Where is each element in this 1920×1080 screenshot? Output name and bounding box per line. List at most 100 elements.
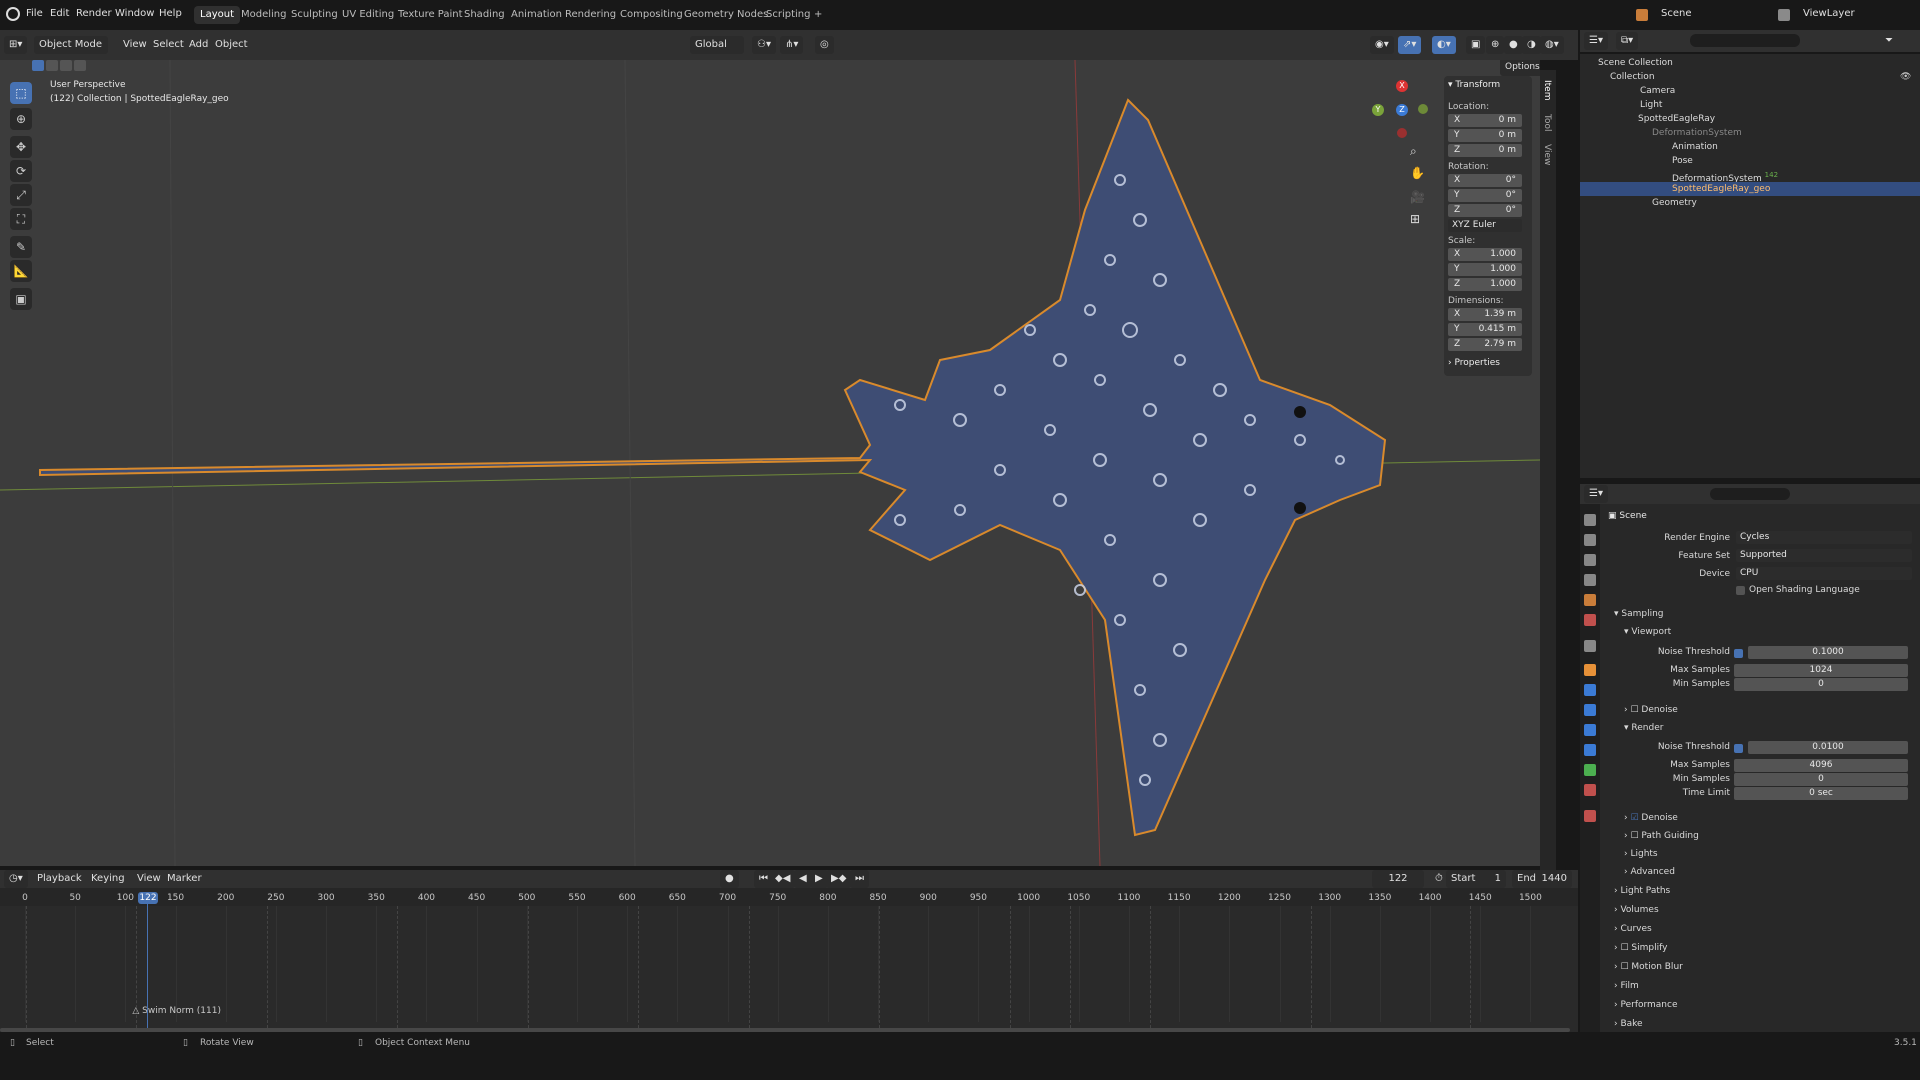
constraints-props-icon[interactable]: [1584, 744, 1596, 756]
outliner-row-pose[interactable]: Pose: [1580, 154, 1920, 168]
timeline-editor-type-button[interactable]: ◷▾: [4, 870, 28, 888]
navigation-gizmo[interactable]: X Z Y: [1370, 80, 1430, 140]
outliner-display-mode-icon[interactable]: ⧉▾: [1616, 32, 1639, 50]
location-y-field[interactable]: Y0 m: [1448, 129, 1522, 142]
cursor-tool[interactable]: ⊕: [10, 108, 32, 130]
lights-subsection[interactable]: › Lights: [1624, 846, 1658, 862]
pan-hand-icon[interactable]: ✋: [1410, 166, 1425, 180]
solid-shading-icon[interactable]: ●: [1504, 36, 1523, 54]
tab-view[interactable]: View: [1542, 144, 1552, 165]
playhead[interactable]: 122: [138, 892, 158, 904]
gizmo-y-axis[interactable]: Y: [1372, 104, 1384, 116]
performance-section[interactable]: › Performance: [1614, 997, 1678, 1013]
ortho-grid-icon[interactable]: ⊞: [1410, 212, 1420, 226]
rotation-y-field[interactable]: Y 0°: [1448, 189, 1522, 202]
dimensions-y-field[interactable]: Y 0.415 m: [1448, 323, 1522, 336]
osl-checkbox[interactable]: [1736, 586, 1745, 595]
tab-sculpting[interactable]: Sculpting: [285, 6, 344, 24]
overlay-toggle-icon[interactable]: ◐▾: [1432, 36, 1456, 54]
physics-props-icon[interactable]: [1584, 724, 1596, 736]
sampling-section[interactable]: ▾ Sampling: [1614, 606, 1664, 622]
options-dropdown[interactable]: Options: [1500, 60, 1540, 76]
timeline-area[interactable]: 0 50 100 150 200 250 300 350 400 450 500 550 600 650 7…: [0, 888, 1578, 1040]
outliner-row-light[interactable]: Light: [1580, 98, 1920, 112]
auto-keying-button[interactable]: ●: [720, 870, 739, 888]
jump-end-button[interactable]: ⏭: [850, 870, 869, 888]
gizmo-neg-x-axis[interactable]: [1397, 128, 1407, 138]
timeline-menu-playback[interactable]: Playback: [32, 870, 87, 888]
outliner-row-collection[interactable]: Collection: [1580, 70, 1920, 84]
timeline-menu-keying[interactable]: Keying: [86, 870, 130, 888]
outliner-row-deformation-system-armature[interactable]: DeformationSystem 142: [1580, 168, 1920, 184]
outliner-row-deformation-system[interactable]: DeformationSystem: [1580, 126, 1920, 140]
film-section[interactable]: › Film: [1614, 978, 1639, 994]
select-extend-icon[interactable]: [46, 60, 58, 71]
scale-x-field[interactable]: X 1.000: [1448, 248, 1522, 261]
wireframe-shading-icon[interactable]: ⊕: [1486, 36, 1505, 54]
viewport-min-samples-field[interactable]: 0: [1734, 678, 1908, 691]
dimensions-z-field[interactable]: Z 2.79 m: [1448, 338, 1522, 351]
particles-props-icon[interactable]: [1584, 704, 1596, 716]
next-keyframe-button[interactable]: ▶◆: [826, 870, 852, 888]
prev-keyframe-button[interactable]: ◆◀: [770, 870, 796, 888]
outliner-row-spotted-eagle-ray[interactable]: SpottedEagleRay: [1580, 112, 1920, 126]
modifier-props-icon[interactable]: [1584, 684, 1596, 696]
tab-tool[interactable]: Tool: [1542, 114, 1552, 131]
menu-window[interactable]: Window: [115, 8, 154, 19]
xray-icon[interactable]: ▣: [1466, 36, 1486, 54]
volumes-section[interactable]: › Volumes: [1614, 902, 1659, 918]
viewlayer-selector[interactable]: ViewLayer: [1803, 8, 1855, 19]
object-mode-dropdown[interactable]: Object Mode: [34, 36, 108, 54]
viewport-denoise-subsection[interactable]: › ☐ Denoise: [1624, 702, 1678, 718]
select-subtract-icon[interactable]: [60, 60, 72, 71]
gizmo-neg-y-axis[interactable]: [1418, 104, 1428, 114]
properties-search-input[interactable]: [1710, 488, 1790, 500]
location-x-field[interactable]: X0 m: [1448, 114, 1522, 127]
current-frame-field[interactable]: 122: [1372, 870, 1424, 888]
transform-tool[interactable]: ⛶: [10, 208, 32, 230]
outliner-row-spotted-eagle-ray-geo[interactable]: SpottedEagleRay_geo: [1580, 182, 1920, 196]
render-noise-threshold-checkbox[interactable]: [1734, 744, 1743, 753]
viewport-max-samples-field[interactable]: 1024: [1734, 664, 1908, 677]
add-cube-tool[interactable]: ▣: [10, 288, 32, 310]
select-box-tool[interactable]: ⬚: [10, 82, 32, 104]
select-new-icon[interactable]: [32, 60, 44, 71]
gizmo-z-axis[interactable]: Z: [1396, 104, 1408, 116]
render-engine-dropdown[interactable]: Cycles: [1736, 531, 1912, 544]
render-denoise-subsection[interactable]: › ☑ Denoise: [1624, 810, 1678, 826]
scene-props-icon[interactable]: [1584, 594, 1596, 606]
menu-render[interactable]: Render: [76, 8, 112, 19]
camera-view-icon[interactable]: 🎥: [1410, 190, 1425, 204]
proportional-edit-icon[interactable]: ◎: [815, 36, 834, 54]
tab-item[interactable]: Item: [1542, 80, 1552, 101]
filter-icon[interactable]: ⏷: [1880, 32, 1898, 50]
transform-orientation-dropdown[interactable]: Global: [690, 36, 744, 54]
output-props-icon[interactable]: [1584, 554, 1596, 566]
scene-selector[interactable]: Scene: [1661, 8, 1692, 19]
viewport-noise-threshold-checkbox[interactable]: [1734, 649, 1743, 658]
collection-props-icon[interactable]: [1584, 640, 1596, 652]
path-guiding-subsection[interactable]: › ☐ Path Guiding: [1624, 828, 1699, 844]
visibility-eye-icon[interactable]: 👁: [1900, 72, 1911, 82]
blender-logo-icon[interactable]: [6, 7, 20, 21]
render-max-samples-field[interactable]: 4096: [1734, 759, 1908, 772]
transform-header[interactable]: ▾ Transform: [1448, 80, 1500, 90]
object-props-icon[interactable]: [1584, 664, 1596, 676]
viewport-noise-threshold-field[interactable]: 0.1000: [1748, 646, 1908, 659]
start-frame-field[interactable]: Start 1: [1446, 870, 1506, 888]
visibility-icon[interactable]: ◉▾: [1370, 36, 1394, 54]
view-layer-props-icon[interactable]: [1584, 574, 1596, 586]
tab-shading[interactable]: Shading: [458, 6, 511, 24]
location-z-field[interactable]: Z0 m: [1448, 144, 1522, 157]
material-props-icon[interactable]: [1584, 784, 1596, 796]
advanced-subsection[interactable]: › Advanced: [1624, 864, 1675, 880]
properties-header[interactable]: › Properties: [1448, 358, 1500, 368]
timeline-menu-view[interactable]: View: [132, 870, 166, 888]
timeline-marker[interactable]: △ Swim Norm (111): [132, 1006, 221, 1016]
editor-type-button[interactable]: ⊞▾: [4, 36, 28, 54]
render-noise-threshold-field[interactable]: 0.0100: [1748, 741, 1908, 754]
scale-y-field[interactable]: Y 1.000: [1448, 263, 1522, 276]
curves-section[interactable]: › Curves: [1614, 921, 1652, 937]
material-shading-icon[interactable]: ◑: [1522, 36, 1541, 54]
menu-help[interactable]: Help: [159, 8, 182, 19]
